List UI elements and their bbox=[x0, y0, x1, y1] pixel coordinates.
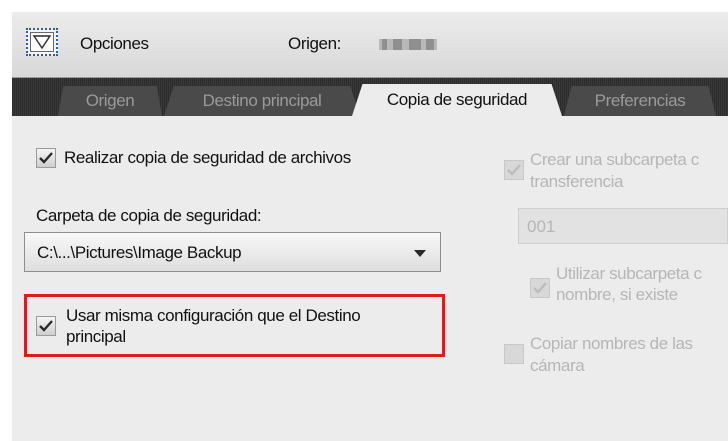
create-subfolder-checkbox[interactable] bbox=[504, 160, 524, 180]
subfolder-name-input[interactable]: 001 bbox=[518, 208, 728, 244]
create-subfolder-label-line1: Crear una subcarpeta c bbox=[530, 150, 699, 169]
highlight-box bbox=[24, 294, 445, 357]
create-subfolder-label-line2: transferencia bbox=[530, 172, 624, 191]
tab-preferencias[interactable]: Preferencias bbox=[564, 86, 716, 116]
tab-strip: Origen Destino principal Copia de seguri… bbox=[12, 78, 728, 116]
options-header: Opciones Origen: bbox=[12, 12, 728, 78]
tab-copia-de-seguridad[interactable]: Copia de seguridad bbox=[352, 84, 562, 116]
backup-folder-select[interactable]: C:\...\Pictures\Image Backup bbox=[24, 232, 441, 272]
options-title: Opciones bbox=[80, 34, 149, 53]
backup-enable-checkbox[interactable] bbox=[36, 148, 56, 168]
copy-camera-names-label-line1: Copiar nombres de las bbox=[530, 334, 693, 353]
tab-destino-principal[interactable]: Destino principal bbox=[164, 86, 360, 116]
collapse-toggle-button[interactable] bbox=[26, 28, 58, 56]
checkmark-icon bbox=[533, 282, 547, 294]
use-subfolder-checkbox[interactable] bbox=[530, 278, 550, 298]
copy-camera-names-label-line2: cámara bbox=[530, 356, 585, 375]
backup-folder-label: Carpeta de copia de seguridad: bbox=[36, 206, 262, 225]
copy-camera-names-checkbox[interactable] bbox=[504, 344, 524, 364]
checkmark-icon bbox=[39, 152, 53, 164]
tab-origen[interactable]: Origen bbox=[58, 86, 162, 116]
backup-enable-label: Realizar copia de seguridad de archivos bbox=[64, 148, 351, 167]
origin-value-redacted bbox=[379, 39, 437, 50]
checkmark-icon bbox=[507, 164, 521, 176]
use-subfolder-label-line1: Utilizar subcarpeta c bbox=[556, 264, 702, 283]
chevron-down-icon bbox=[30, 32, 54, 52]
use-subfolder-label-line2: nombre, si existe bbox=[556, 285, 678, 304]
same-settings-label-line2: principal bbox=[66, 327, 126, 346]
same-settings-checkbox[interactable] bbox=[36, 316, 56, 336]
subfolder-name-value: 001 bbox=[527, 217, 556, 236]
origin-label: Origen: bbox=[288, 34, 341, 53]
dropdown-arrow-icon bbox=[414, 250, 426, 257]
same-settings-label-line1: Usar misma configuración que el Destino bbox=[66, 306, 361, 325]
backup-folder-value: C:\...\Pictures\Image Backup bbox=[37, 243, 242, 262]
checkmark-icon bbox=[39, 320, 53, 332]
